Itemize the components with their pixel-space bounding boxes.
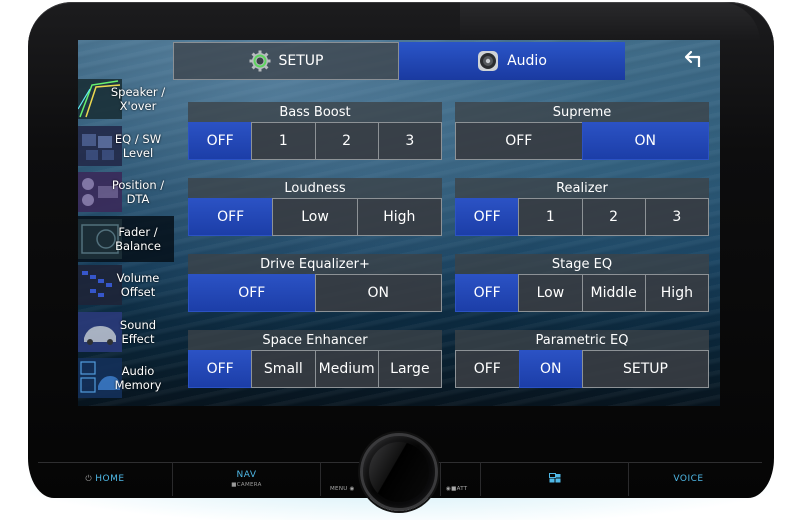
touch-screen: SETUP Audio Speaker / X'over EQ / SW Lev… [78,40,720,406]
att-label: ATT [456,486,468,492]
nav-button[interactable]: NAV ■CAMERA [172,462,320,496]
menu-dot-icon: ◉ [349,486,355,492]
sidebar-label-line1: Position / [111,178,165,193]
option-on-button[interactable]: ON [518,350,583,388]
option-group: OFF Small Medium Large [188,350,442,388]
option-3-button[interactable]: 3 [644,198,709,236]
sidebar-label-line1: Sound [119,317,157,332]
option-2-button[interactable]: 2 [314,122,379,160]
sidebar-label-line2: Offset [120,285,156,300]
option-1-button[interactable]: 1 [518,198,583,236]
sidebar-label-line2: Effect [121,331,155,346]
realizer-panel: Realizer OFF 1 2 3 [455,178,709,236]
knob-face [369,442,429,502]
window-switch-icon [548,472,561,486]
stage-eq-panel: Stage EQ OFF Low Middle High [455,254,709,312]
bezel-sheen [460,2,760,42]
home-button[interactable]: ⏻ HOME [38,462,172,496]
sidebar-item-volume-offset[interactable]: Volume Offset [78,262,174,309]
option-off-button[interactable]: OFF [455,122,583,160]
parametric-eq-panel: Parametric EQ OFF ON SETUP [455,330,709,388]
sidebar-label-line2: Balance [115,238,161,253]
option-off-button[interactable]: OFF [188,350,253,388]
screen-switch-button[interactable] [480,462,628,496]
gear-icon [249,50,271,72]
sidebar-label-line1: EQ / SW [114,131,162,146]
sidebar-item-sound-effect[interactable]: Sound Effect [78,309,174,356]
volume-knob[interactable] [360,433,438,511]
panel-title: Stage EQ [455,254,709,274]
space-enhancer-panel: Space Enhancer OFF Small Medium Large [188,330,442,388]
back-button[interactable] [678,48,710,74]
sidebar-label-line2: DTA [126,192,150,207]
panel-title: Supreme [455,102,709,122]
option-large-button[interactable]: Large [377,350,442,388]
panel-title: Realizer [455,178,709,198]
sidebar-label-line1: Fader / [118,224,158,239]
option-group: OFF ON [455,122,709,160]
camera-label: CAMERA [236,482,262,488]
option-1-button[interactable]: 1 [251,122,316,160]
sidebar-item-eq-sw-level[interactable]: EQ / SW Level [78,123,174,170]
option-off-button[interactable]: OFF [455,274,520,312]
option-group: OFF Low Middle High [455,274,709,312]
panel-title: Parametric EQ [455,330,709,350]
option-off-button[interactable]: OFF [188,274,316,312]
panel-title: Loudness [188,178,442,198]
option-high-button[interactable]: High [356,198,442,236]
power-icon: ⏻ [85,474,93,483]
option-group: OFF Low High [188,198,442,236]
menu-label: MENU [330,486,348,492]
option-high-button[interactable]: High [644,274,709,312]
sidebar-item-position-dta[interactable]: Position / DTA [78,169,174,216]
option-group: OFF ON SETUP [455,350,709,388]
option-group: OFF ON [188,274,442,312]
home-label: HOME [95,474,125,484]
option-on-button[interactable]: ON [314,274,442,312]
option-group: OFF 1 2 3 [188,122,442,160]
audio-menu-sidebar: Speaker / X'over EQ / SW Level Position … [78,76,174,402]
option-off-button[interactable]: OFF [455,198,520,236]
option-medium-button[interactable]: Medium [314,350,379,388]
drive-equalizer-panel: Drive Equalizer+ OFF ON [188,254,442,312]
option-2-button[interactable]: 2 [581,198,646,236]
voice-label: VOICE [673,474,704,484]
sidebar-label-line1: Audio [121,364,155,379]
loudness-panel: Loudness OFF Low High [188,178,442,236]
tab-audio[interactable]: Audio [399,42,625,80]
sidebar-label-line1: Volume [116,271,160,286]
option-3-button[interactable]: 3 [377,122,442,160]
sidebar-item-speaker-xover[interactable]: Speaker / X'over [78,76,174,123]
sidebar-item-audio-memory[interactable]: Audio Memory [78,355,174,402]
option-low-button[interactable]: Low [518,274,583,312]
panel-title: Drive Equalizer+ [188,254,442,274]
tab-setup-label: SETUP [278,53,324,69]
back-arrow-icon [684,50,704,72]
voice-button[interactable]: VOICE [628,462,748,496]
option-on-button[interactable]: ON [581,122,709,160]
nav-label: NAV [236,470,257,480]
panel-title: Space Enhancer [188,330,442,350]
option-small-button[interactable]: Small [251,350,316,388]
sidebar-label-line2: Level [122,145,154,160]
sidebar-item-fader-balance[interactable]: Fader / Balance [78,215,174,262]
option-low-button[interactable]: Low [272,198,358,236]
panel-title: Bass Boost [188,102,442,122]
att-dot-icon: ◉■ [446,486,457,492]
sidebar-label-line1: Speaker / [110,85,166,100]
option-group: OFF 1 2 3 [455,198,709,236]
tab-setup[interactable]: SETUP [173,42,399,80]
supreme-panel: Supreme OFF ON [455,102,709,160]
sidebar-label-line2: X'over [119,99,157,114]
option-middle-button[interactable]: Middle [581,274,646,312]
option-off-button[interactable]: OFF [188,122,253,160]
bass-boost-panel: Bass Boost OFF 1 2 3 [188,102,442,160]
speaker-icon [477,50,499,72]
sidebar-label-line2: Memory [114,378,162,393]
option-setup-button[interactable]: SETUP [582,350,709,388]
option-off-button[interactable]: OFF [455,350,520,388]
option-off-button[interactable]: OFF [188,198,274,236]
tab-audio-label: Audio [507,53,547,69]
